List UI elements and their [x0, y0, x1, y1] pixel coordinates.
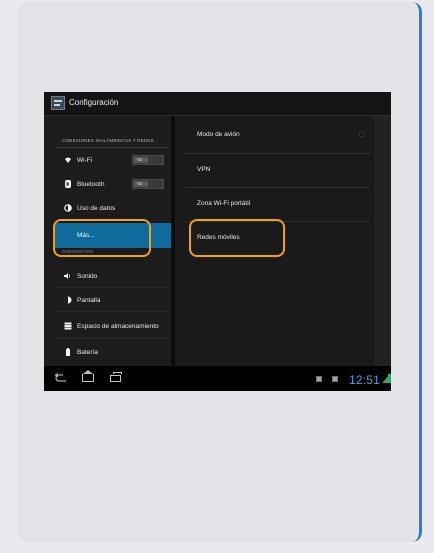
sidebar-item-label: Wi-Fi — [77, 157, 93, 164]
system-bar: 12:51 — [44, 366, 391, 391]
window-title: Configuración — [69, 98, 119, 107]
sidebar-item-storage[interactable]: Espacio de almacenamiento — [44, 316, 171, 338]
clock[interactable]: 12:51 — [349, 373, 380, 387]
setting-label: Zona Wi-Fi portátil — [197, 200, 251, 207]
highlight-more-item — [53, 219, 151, 257]
gallery-notification-icon[interactable] — [316, 376, 322, 382]
sidebar-item-data-usage[interactable]: Uso de datos — [44, 198, 171, 220]
data-usage-icon — [64, 204, 72, 212]
setting-label: VPN — [197, 166, 211, 173]
settings-app-icon — [51, 96, 65, 110]
wifi-icon — [64, 156, 72, 164]
setting-label: Modo de avión — [197, 131, 240, 138]
toggle-label: No — [137, 157, 143, 162]
display-icon — [64, 296, 72, 304]
list-divider — [56, 287, 168, 288]
sidebar-item-label: Sonido — [77, 273, 98, 280]
sidebar-item-label: Espacio de almacenamiento — [77, 323, 159, 330]
setting-airplane-mode[interactable]: Modo de avión — [175, 119, 373, 152]
battery-icon — [64, 348, 72, 356]
toggle-label: No — [137, 181, 143, 186]
back-icon[interactable] — [54, 373, 68, 383]
sidebar-item-bluetooth[interactable]: Bluetooth No — [44, 174, 171, 196]
list-divider — [56, 338, 168, 339]
detail-panel-edge — [374, 116, 391, 366]
sidebar-item-label: Uso de datos — [77, 205, 116, 212]
wifi-toggle[interactable]: No — [132, 155, 164, 165]
sidebar-item-label: Pantalla — [77, 297, 101, 304]
sidebar-item-wifi[interactable]: Wi-Fi No — [44, 150, 171, 172]
sidebar-item-battery[interactable]: Batería — [44, 342, 171, 364]
setting-vpn[interactable]: VPN — [175, 154, 373, 187]
sidebar-item-label: Bluetooth — [77, 181, 105, 188]
storage-icon — [64, 322, 72, 330]
bluetooth-toggle[interactable]: No — [132, 179, 164, 189]
sidebar-item-label: Batería — [77, 349, 98, 356]
title-bar: Configuración — [44, 92, 391, 116]
home-icon[interactable] — [82, 370, 94, 382]
sidebar-item-sound[interactable]: Sonido — [44, 266, 171, 288]
bluetooth-icon — [64, 180, 72, 188]
setting-portable-hotspot[interactable]: Zona Wi-Fi portátil — [175, 188, 373, 221]
sidebar-item-display[interactable]: Pantalla — [44, 290, 171, 312]
battery-status-icon — [388, 374, 391, 383]
section-header-wireless: CONEXIONES INALÁMBRICAS Y REDES — [62, 138, 154, 143]
highlight-mobile-networks — [189, 219, 285, 257]
volume-icon — [64, 272, 72, 280]
list-divider — [56, 311, 168, 312]
section-underline — [56, 147, 168, 148]
image-notification-icon[interactable] — [332, 376, 338, 382]
recent-apps-icon[interactable] — [110, 372, 122, 382]
airplane-mode-checkbox[interactable] — [359, 131, 365, 137]
